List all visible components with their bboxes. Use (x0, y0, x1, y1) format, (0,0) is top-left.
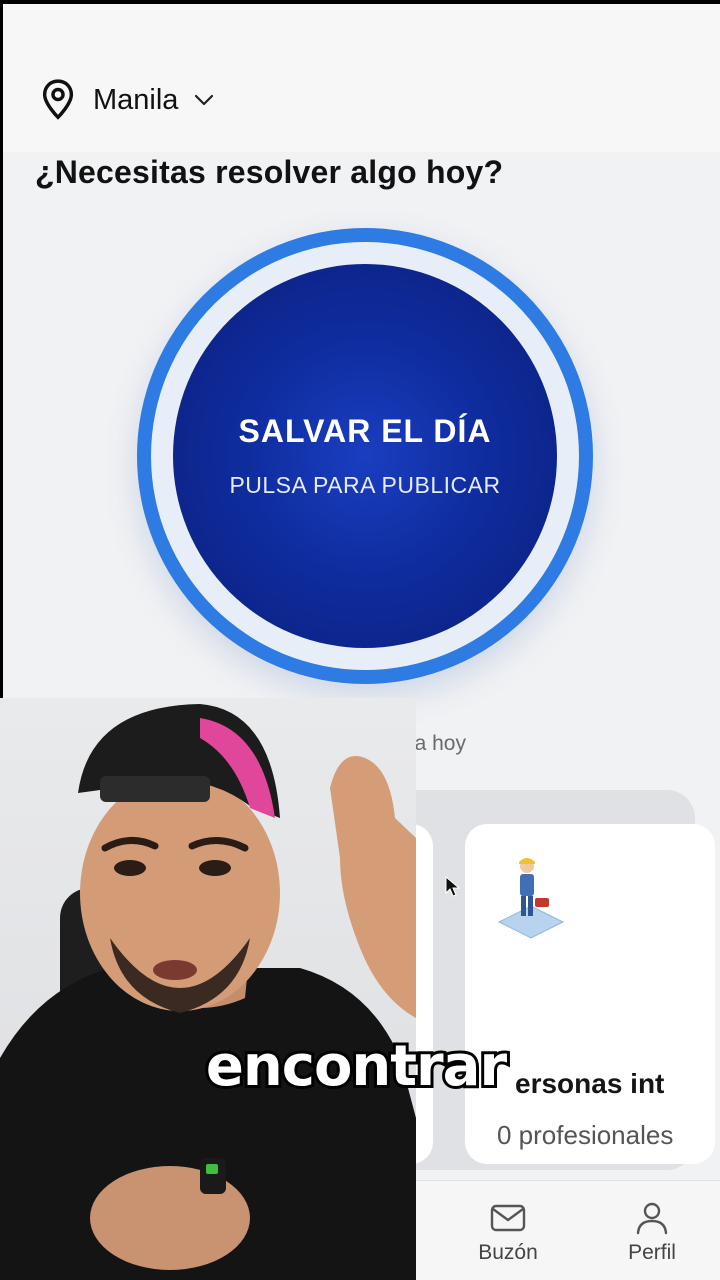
video-caption-text: encontrar (203, 1031, 510, 1102)
location-city: Manila (93, 83, 179, 116)
publish-button[interactable]: SALVAR EL DÍA PULSA PARA PUBLICAR (137, 228, 593, 684)
publish-button-title: SALVAR EL DÍA (238, 413, 492, 449)
page-title: ¿Necesitas resolver algo hoy? (35, 154, 504, 190)
tab-profile[interactable]: Perfil (587, 1201, 717, 1265)
mail-icon (490, 1204, 526, 1232)
location-pin-icon (42, 79, 74, 120)
presenter-figure (0, 704, 416, 1280)
publish-button-core: SALVAR EL DÍA PULSA PARA PUBLICAR (173, 264, 557, 648)
card-subtitle: 0 profesionales (497, 1120, 674, 1150)
card-professionals[interactable]: ersonas int 0 profesionales (465, 824, 715, 1164)
profile-icon (636, 1202, 668, 1235)
location-selector[interactable]: Manila (39, 78, 216, 122)
chevron-down-icon (195, 94, 214, 106)
publish-button-subtitle: PULSA PARA PUBLICAR (229, 472, 501, 498)
presenter-video-overlay (0, 698, 416, 1280)
tab-profile-label: Perfil (628, 1241, 676, 1264)
tab-inbox-label: Buzón (478, 1241, 538, 1264)
mouse-cursor-icon (445, 876, 461, 897)
video-caption: encontrar (0, 1031, 720, 1102)
worker-icon (497, 858, 565, 939)
top-bar: Manila (3, 4, 720, 152)
tab-inbox[interactable]: Buzón (443, 1201, 573, 1265)
